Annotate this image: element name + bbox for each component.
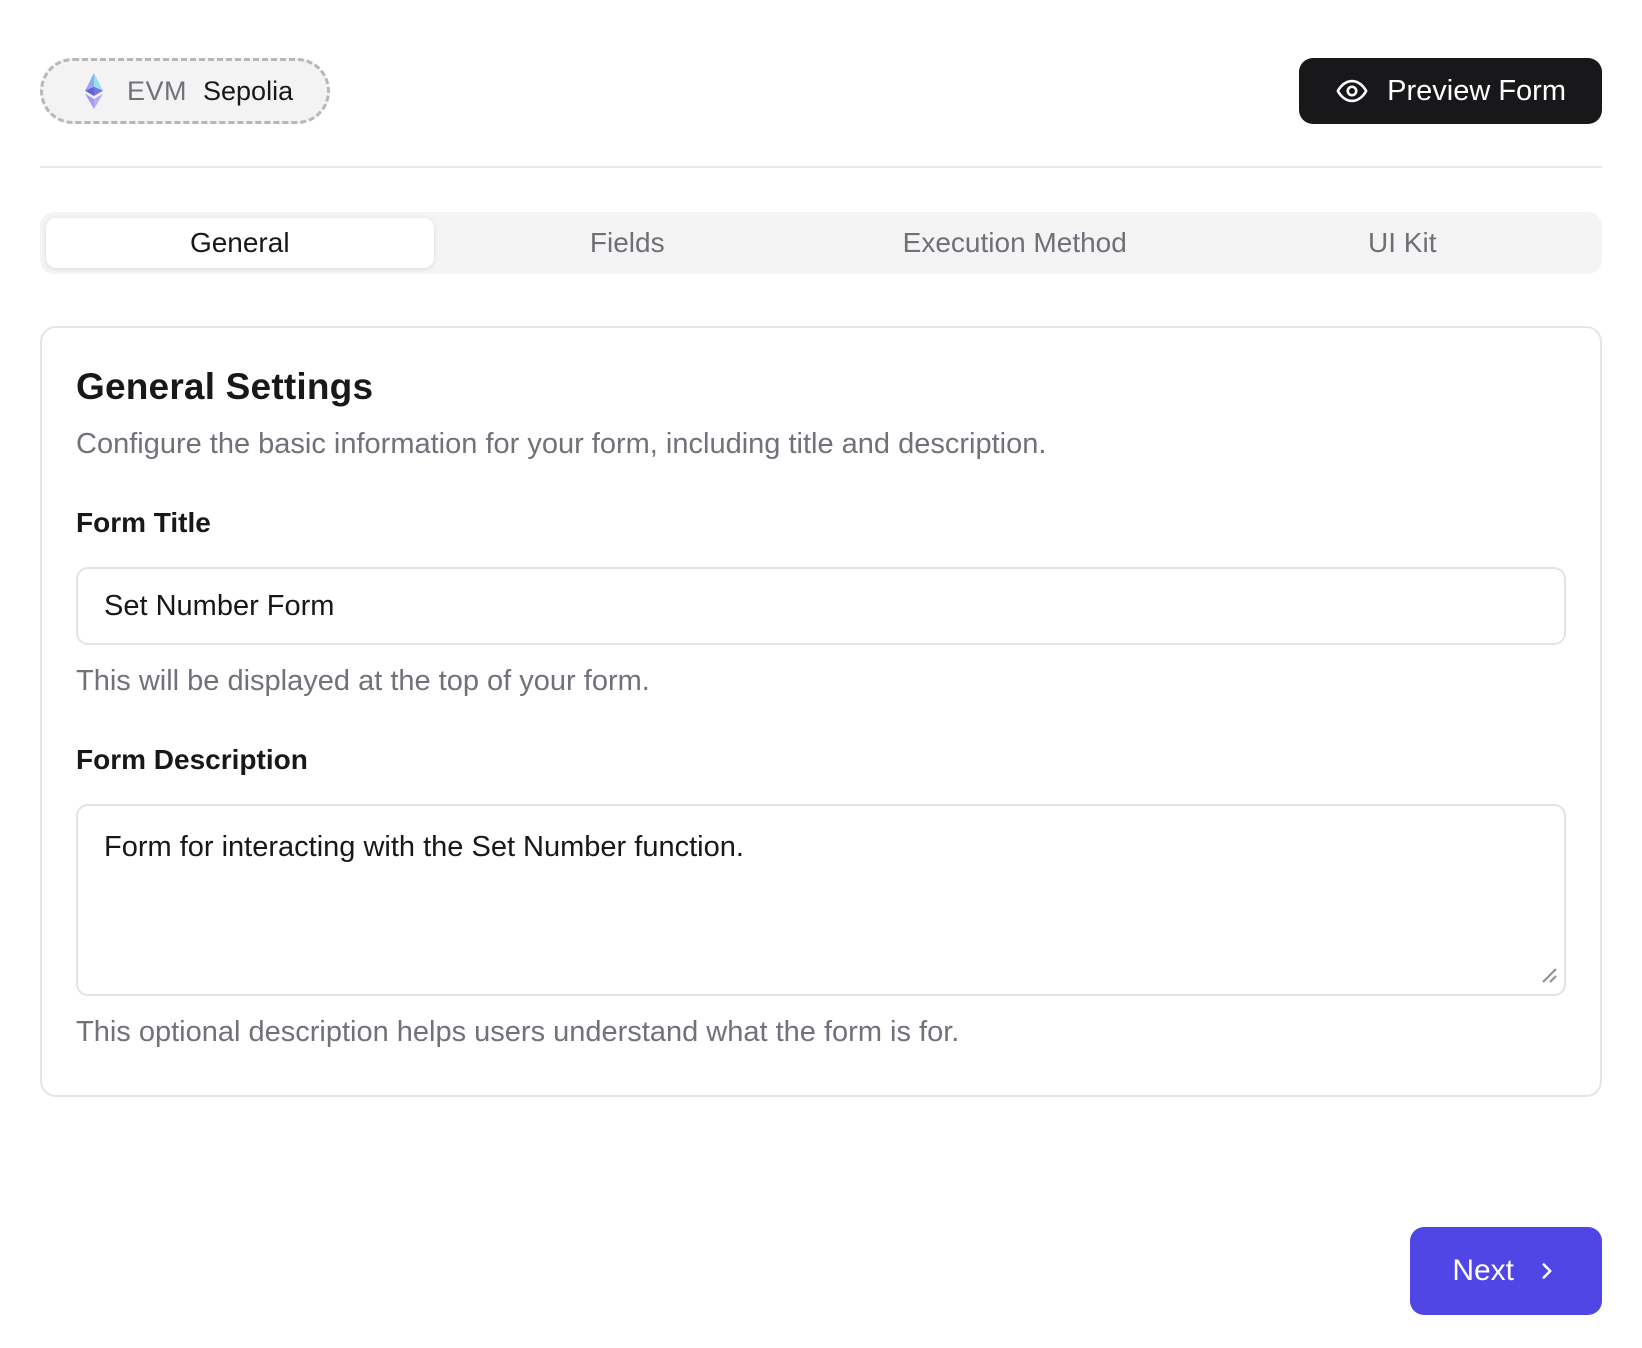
form-title-input[interactable] bbox=[76, 567, 1566, 645]
form-description-helper: This optional description helps users un… bbox=[76, 1016, 1566, 1049]
section-subtitle: Configure the basic information for your… bbox=[76, 428, 1566, 461]
form-description-textarea[interactable]: Form for interacting with the Set Number… bbox=[76, 804, 1566, 996]
form-title-field: Form Title This will be displayed at the… bbox=[76, 507, 1566, 698]
chevron-right-icon bbox=[1534, 1258, 1560, 1284]
tab-general[interactable]: General bbox=[46, 218, 434, 268]
resize-handle-icon[interactable] bbox=[1540, 966, 1558, 984]
next-button-label: Next bbox=[1452, 1254, 1514, 1288]
footer: Next bbox=[40, 1227, 1602, 1315]
form-description-field: Form Description Form for interacting wi… bbox=[76, 744, 1566, 1049]
chain-label: EVM bbox=[127, 76, 187, 107]
tab-ui-kit[interactable]: UI Kit bbox=[1209, 218, 1597, 268]
form-description-textarea-wrap: Form for interacting with the Set Number… bbox=[76, 804, 1566, 996]
eye-icon bbox=[1335, 74, 1369, 108]
preview-form-button[interactable]: Preview Form bbox=[1299, 58, 1602, 124]
section-title: General Settings bbox=[76, 366, 1566, 408]
network-label: Sepolia bbox=[203, 76, 293, 107]
tab-fields[interactable]: Fields bbox=[434, 218, 822, 268]
ethereum-icon bbox=[77, 72, 111, 110]
form-builder-page: EVM Sepolia Preview Form General Fields … bbox=[0, 0, 1642, 1315]
network-badge[interactable]: EVM Sepolia bbox=[40, 58, 330, 124]
divider bbox=[40, 166, 1602, 168]
form-description-label: Form Description bbox=[76, 744, 1566, 776]
general-settings-card: General Settings Configure the basic inf… bbox=[40, 326, 1602, 1097]
form-title-helper: This will be displayed at the top of you… bbox=[76, 665, 1566, 698]
tab-execution-method[interactable]: Execution Method bbox=[821, 218, 1209, 268]
form-title-label: Form Title bbox=[76, 507, 1566, 539]
top-bar: EVM Sepolia Preview Form bbox=[40, 58, 1602, 124]
tab-bar: General Fields Execution Method UI Kit bbox=[40, 212, 1602, 274]
next-button[interactable]: Next bbox=[1410, 1227, 1602, 1315]
preview-form-label: Preview Form bbox=[1387, 75, 1566, 108]
